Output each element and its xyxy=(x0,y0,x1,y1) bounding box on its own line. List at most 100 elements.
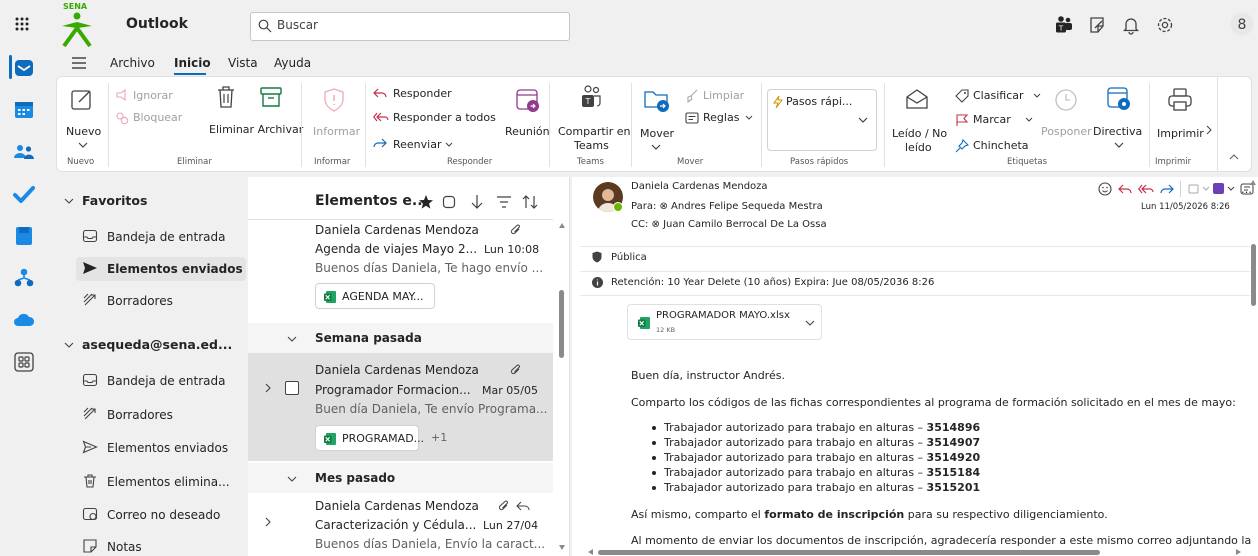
drive-app-icon[interactable] xyxy=(12,224,36,248)
report-label: Informar xyxy=(313,125,361,138)
folder-deleted[interactable]: Elementos elimina... xyxy=(82,470,247,494)
list-scrollbar-thumb[interactable] xyxy=(559,290,564,358)
teams-icon[interactable]: T xyxy=(1054,15,1074,35)
tab-archivo[interactable]: Archivo xyxy=(110,56,155,70)
viva-icon[interactable] xyxy=(1212,182,1236,196)
block-button[interactable]: Bloquear xyxy=(115,109,195,127)
select-checkbox[interactable] xyxy=(285,381,299,395)
reading-scrollbar-thumb[interactable] xyxy=(1251,244,1256,306)
horizontal-scrollbar-thumb[interactable] xyxy=(598,550,1100,555)
reply-icon[interactable] xyxy=(1118,183,1132,195)
account-header[interactable]: asequeda@sena.ed... xyxy=(82,337,232,352)
report-button[interactable]: Informar xyxy=(309,83,361,153)
ignore-button[interactable]: Ignorar xyxy=(115,87,185,105)
folder-inbox[interactable]: Bandeja de entrada xyxy=(82,369,247,393)
categorize-button[interactable]: Clasificar xyxy=(955,87,1045,105)
archive-icon[interactable] xyxy=(259,85,283,109)
todo-app-icon[interactable] xyxy=(12,182,36,206)
print-button[interactable]: Imprimir xyxy=(1153,83,1209,153)
star-icon[interactable] xyxy=(418,194,434,210)
group-header[interactable]: Mes pasado xyxy=(248,463,553,493)
jump-icon[interactable] xyxy=(470,194,484,210)
svg-text:T: T xyxy=(585,97,591,106)
attachment-chip[interactable]: AGENDA MAY... xyxy=(315,283,435,309)
calendar-app-icon[interactable] xyxy=(12,98,36,122)
chevron-right-icon[interactable] xyxy=(1205,125,1213,135)
search-input[interactable] xyxy=(277,18,557,32)
scroll-right-arrow[interactable] xyxy=(1236,549,1241,555)
snooze-button[interactable]: Posponer xyxy=(1041,83,1093,153)
chevron-down-icon[interactable] xyxy=(64,341,74,349)
app-launcher-icon[interactable] xyxy=(14,16,30,32)
read-unread-button[interactable]: Leído / No leído xyxy=(889,83,948,154)
list-item[interactable]: Daniela Cardenas Mendoza Agenda de viaje… xyxy=(248,221,553,317)
list-item[interactable]: Daniela Cardenas Mendoza Programador For… xyxy=(248,353,553,461)
tab-vista[interactable]: Vista xyxy=(228,56,258,70)
chevron-right-icon[interactable] xyxy=(264,517,272,527)
scroll-up-arrow[interactable] xyxy=(559,223,565,228)
more-apps-icon[interactable] xyxy=(12,350,36,374)
forward-icon[interactable] xyxy=(1160,183,1174,195)
reply-button[interactable]: Responder xyxy=(373,85,463,103)
separator xyxy=(1180,181,1181,197)
attachment-card[interactable]: PROGRAMADOR MAYO.xlsx 12 KB xyxy=(627,304,822,340)
share-teams-button[interactable]: T Compartir en Teams xyxy=(554,83,631,153)
chevron-right-icon[interactable] xyxy=(264,383,272,393)
collapse-ribbon-icon[interactable] xyxy=(1229,153,1239,161)
emoji-icon[interactable] xyxy=(1098,182,1112,196)
email-cc[interactable]: CC: ⊗ Juan Camilo Berrocal De La Ossa xyxy=(631,219,827,230)
onedrive-app-icon[interactable] xyxy=(12,308,36,332)
chevron-down-icon[interactable] xyxy=(805,319,815,327)
avatar[interactable]: 8 xyxy=(1230,12,1254,36)
new-mail-button[interactable]: Nuevo xyxy=(65,83,103,153)
folder-drafts-favorite[interactable]: Borradores xyxy=(82,289,247,313)
search-box[interactable] xyxy=(250,12,570,41)
sweep-button[interactable]: Limpiar xyxy=(685,87,755,105)
org-app-icon[interactable] xyxy=(12,266,36,290)
pin-button[interactable]: Chincheta xyxy=(955,137,1035,155)
apps-icon[interactable] xyxy=(1188,184,1210,194)
hamburger-icon[interactable] xyxy=(72,57,86,69)
ellipsis-icon[interactable]: … xyxy=(1241,183,1252,196)
scroll-down-arrow[interactable] xyxy=(559,545,565,550)
delete-icon[interactable] xyxy=(215,85,237,109)
folder-sent-favorite[interactable]: Elementos enviados xyxy=(76,257,246,281)
rules-button[interactable]: Reglas xyxy=(685,109,755,127)
tab-inicio[interactable]: Inicio xyxy=(174,56,211,70)
folder-junk[interactable]: Correo no deseado xyxy=(82,503,247,527)
favorites-header[interactable]: Favoritos xyxy=(82,193,147,208)
bell-icon[interactable] xyxy=(1121,15,1141,35)
quick-steps-gallery[interactable]: Pasos rápi... xyxy=(767,89,877,151)
forward-button[interactable]: Reenviar xyxy=(373,135,463,153)
people-app-icon[interactable] xyxy=(12,140,36,164)
email-sender[interactable]: Daniela Cardenas Mendoza xyxy=(631,181,768,192)
move-button[interactable]: Mover xyxy=(637,83,679,153)
more-attachments-badge[interactable]: +1 xyxy=(431,431,447,444)
bold-text: formato de inscripción xyxy=(764,508,905,521)
folder-inbox-favorite[interactable]: Bandeja de entrada xyxy=(82,225,247,249)
flag-button[interactable]: Marcar xyxy=(955,111,1035,129)
tab-ayuda[interactable]: Ayuda xyxy=(274,56,311,70)
sort-icon[interactable] xyxy=(522,194,538,210)
list-item[interactable]: Daniela Cardenas Mendoza Caracterización… xyxy=(248,495,553,556)
folder-notes[interactable]: Notas xyxy=(82,535,247,556)
select-icon[interactable] xyxy=(442,195,456,209)
scroll-left-arrow[interactable] xyxy=(588,549,593,555)
folder-sent[interactable]: Elementos enviados xyxy=(82,436,247,460)
reply-all-button[interactable]: Responder a todos xyxy=(373,109,503,127)
chevron-down-icon[interactable] xyxy=(64,197,74,205)
read-unread-label-1: Leído / No xyxy=(892,127,948,140)
group-header[interactable]: Semana pasada xyxy=(248,323,553,353)
folder-drafts[interactable]: Borradores xyxy=(82,403,247,427)
filter-icon[interactable] xyxy=(496,195,512,209)
forward-icon xyxy=(373,138,387,148)
meeting-label: Reunión xyxy=(505,125,550,138)
sensitivity-label[interactable]: Pública xyxy=(611,252,647,263)
reply-all-icon[interactable] xyxy=(1138,183,1154,195)
policy-button[interactable]: Directiva xyxy=(1093,83,1145,153)
email-to[interactable]: Para: ⊗ Andres Felipe Sequeda Mestra xyxy=(631,201,823,212)
gear-icon[interactable] xyxy=(1155,15,1175,35)
mail-app-icon[interactable] xyxy=(12,56,36,80)
attachment-chip[interactable]: PROGRAMAD... xyxy=(315,425,424,451)
note-icon[interactable] xyxy=(1087,15,1107,35)
